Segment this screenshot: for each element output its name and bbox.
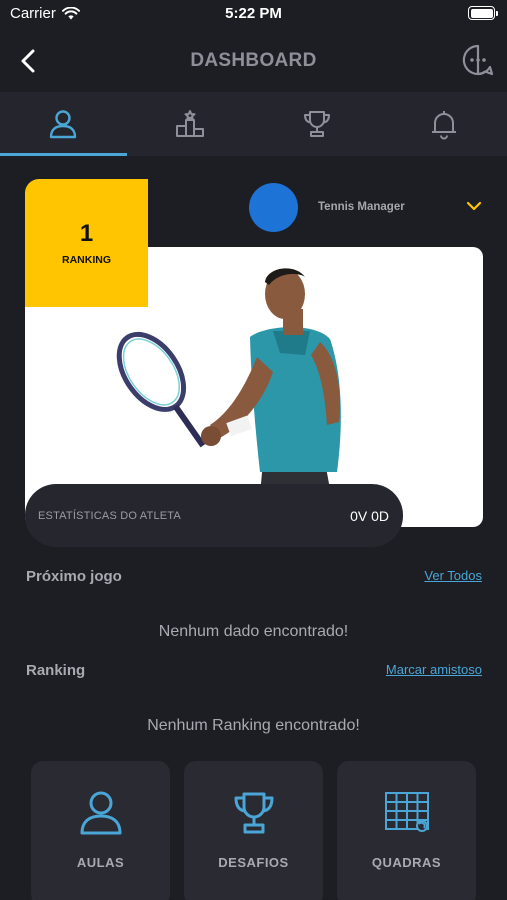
tile-classes[interactable]: AULAS <box>31 761 170 900</box>
user-icon <box>50 110 77 139</box>
club-avatar[interactable] <box>249 183 298 232</box>
club-name[interactable]: Tennis Manager <box>318 201 405 213</box>
chat-bubble-icon <box>462 44 494 76</box>
tab-profile[interactable] <box>0 92 127 156</box>
athlete-stats-bar[interactable]: ESTATÍSTICAS DO ATLETA 0V 0D <box>25 484 403 547</box>
tab-ranking[interactable] <box>127 92 254 156</box>
shortcut-tiles: AULAS DESAFIOS QUADRAS <box>31 761 476 900</box>
bell-icon <box>431 111 456 140</box>
ranking-empty-message: Nenhum Ranking encontrado! <box>147 717 360 734</box>
chevron-down-icon <box>466 201 482 211</box>
battery-icon <box>468 6 498 20</box>
schedule-friendly-link[interactable]: Marcar amistoso <box>386 662 482 677</box>
trophy-icon <box>303 111 330 137</box>
club-dropdown-button[interactable] <box>466 199 482 213</box>
tile-courts-label: QUADRAS <box>371 855 442 870</box>
tile-challenges-label: DESAFIOS <box>218 855 289 870</box>
next-game-title: Próximo jogo <box>26 568 122 585</box>
ranking-section-title: Ranking <box>26 662 86 679</box>
stats-label: ESTATÍSTICAS DO ATLETA <box>38 509 181 522</box>
tile-challenges[interactable]: DESAFIOS <box>184 761 323 900</box>
tab-trophies[interactable] <box>254 92 381 156</box>
tab-bar <box>0 92 507 156</box>
header: DASHBOARD <box>0 38 507 84</box>
user-icon <box>80 791 121 835</box>
court-grid-icon <box>384 792 429 832</box>
see-all-link[interactable]: Ver Todos <box>424 568 482 583</box>
podium-icon <box>176 110 205 137</box>
tab-notifications[interactable] <box>380 92 507 156</box>
clock: 5:22 PM <box>225 5 282 22</box>
trophy-icon <box>234 792 273 834</box>
next-game-empty-message: Nenhum dado encontrado! <box>158 623 349 640</box>
chat-button[interactable] <box>461 43 495 77</box>
ranking-badge: 1 RANKING <box>25 179 148 307</box>
status-bar: Carrier 5:22 PM <box>0 0 507 28</box>
ranking-label: RANKING <box>62 254 111 267</box>
ranking-position: 1 <box>79 219 94 247</box>
tile-classes-label: AULAS <box>76 855 125 870</box>
stats-value: 0V 0D <box>350 507 389 524</box>
page-title: DASHBOARD <box>190 50 317 71</box>
tile-courts[interactable]: QUADRAS <box>337 761 476 900</box>
